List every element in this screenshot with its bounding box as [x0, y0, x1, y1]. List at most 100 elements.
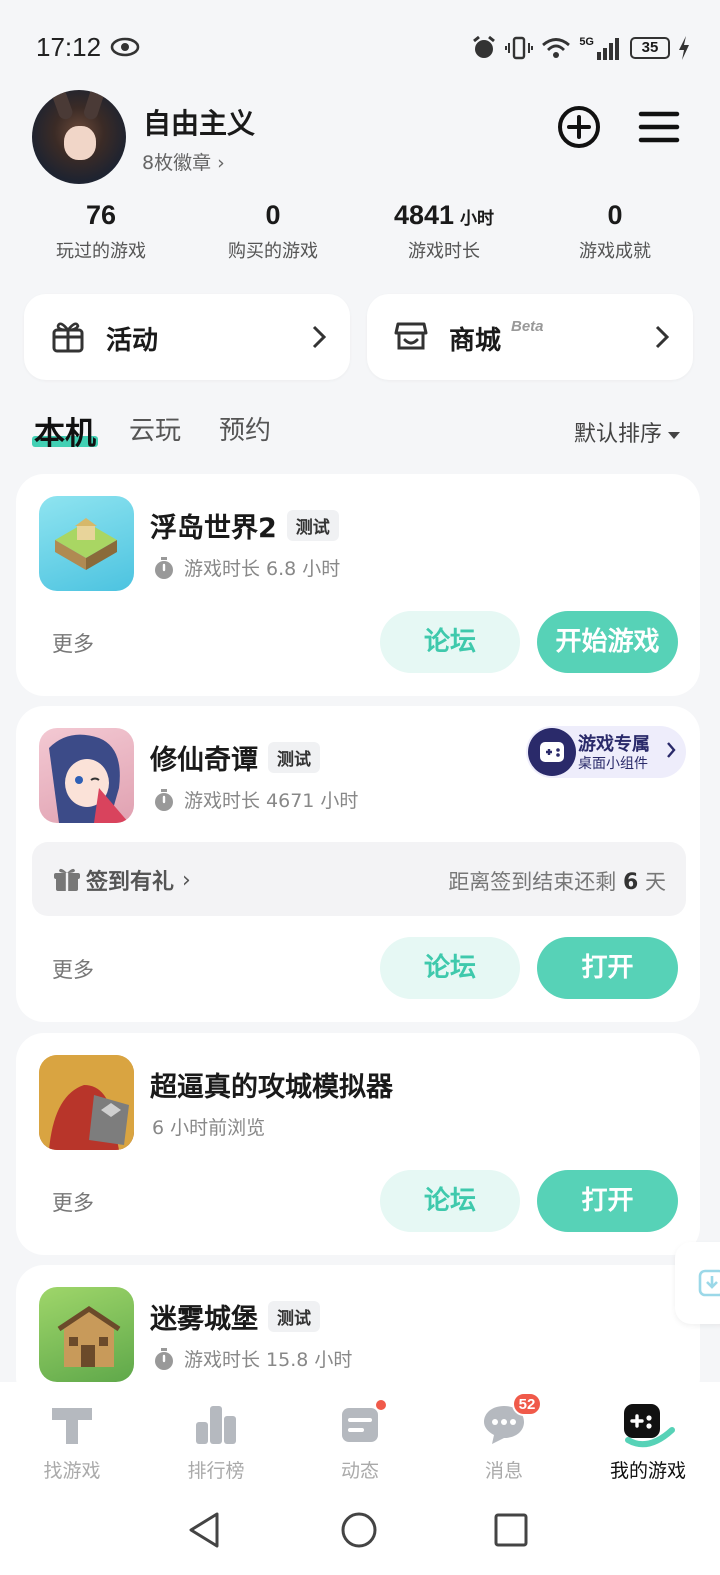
username[interactable]: 自由主义 [143, 102, 255, 142]
start-game-button[interactable]: 开始游戏 [537, 611, 678, 673]
network-label: 5G [579, 36, 594, 48]
countdown-days: 6 [623, 870, 639, 895]
ranking-icon [196, 1406, 236, 1444]
add-circle-icon[interactable] [556, 104, 602, 150]
game-title: 迷雾城堡 测试 [150, 1297, 320, 1336]
game-playtime: 游戏时长 15.8 小时 [152, 1345, 352, 1372]
stat-playtime[interactable]: 4841 小时 游戏时长 [358, 200, 530, 263]
system-nav-bar [0, 1492, 720, 1575]
caret-down-icon [668, 431, 680, 439]
game-title: 超逼真的攻城模拟器 [150, 1065, 393, 1104]
tab-cloud[interactable]: 云玩 [129, 410, 181, 447]
wifi-icon [542, 38, 571, 58]
forum-button[interactable]: 论坛 [380, 937, 520, 999]
playtime-text: 游戏时长 4671 小时 [184, 790, 359, 812]
forum-button[interactable]: 论坛 [380, 1170, 520, 1232]
last-viewed-text: 6 小时前浏览 [152, 1117, 266, 1139]
game-card[interactable]: 浮岛世界2 测试 游戏时长 6.8 小时 更多 论坛 开始游戏 [16, 474, 700, 696]
nav-ranking[interactable]: 排行榜 [144, 1400, 288, 1483]
open-button[interactable]: 打开 [537, 1170, 678, 1232]
beta-badge: Beta [511, 318, 544, 335]
chevron-right-icon [312, 325, 327, 349]
avatar[interactable] [32, 90, 126, 184]
desktop-widget-button[interactable]: 游戏专属 桌面小组件 [526, 726, 686, 778]
signin-link: 签到有礼 › [54, 864, 191, 896]
game-name: 迷雾城堡 [150, 1304, 258, 1335]
countdown-suffix: 天 [645, 870, 666, 894]
alarm-icon [473, 35, 496, 58]
game-playtime: 游戏时长 4671 小时 [152, 786, 358, 813]
badges-link[interactable]: 8枚徽章 › [142, 148, 225, 175]
signal-icon [597, 38, 619, 60]
back-icon[interactable] [185, 1510, 225, 1550]
notification-dot [374, 1398, 388, 1412]
vibrate-icon [505, 36, 534, 60]
more-button[interactable]: 更多 [52, 628, 94, 658]
stat-achievements[interactable]: 0 游戏成就 [529, 200, 701, 263]
sort-dropdown[interactable]: 默认排序 [574, 416, 680, 448]
stat-purchased[interactable]: 0 购买的游戏 [187, 200, 359, 263]
game-name: 浮岛世界2 [150, 513, 277, 544]
tab-reserve[interactable]: 预约 [219, 410, 271, 447]
store-label: 商城 [449, 326, 502, 356]
game-name: 修仙奇谭 [150, 745, 258, 776]
nav-label: 找游戏 [43, 1460, 101, 1482]
nav-find-games[interactable]: 找游戏 [0, 1400, 144, 1483]
nav-my-games[interactable]: 我的游戏 [576, 1400, 720, 1483]
find-games-icon [52, 1408, 92, 1444]
gift-icon [52, 322, 84, 353]
gift-icon [54, 868, 80, 891]
stopwatch-icon [155, 1347, 173, 1370]
activity-card[interactable]: 活动 [24, 294, 350, 380]
eye-icon [110, 37, 140, 57]
game-name: 超逼真的攻城模拟器 [150, 1072, 393, 1103]
game-title: 浮岛世界2 测试 [150, 506, 339, 545]
status-icons: 5G 35 [471, 34, 690, 62]
bottom-nav: 找游戏 排行榜 动态 52 消息 我的游戏 [0, 1382, 720, 1492]
game-card[interactable]: 修仙奇谭 测试 游戏时长 4671 小时 游戏专属 桌面小组件 签到有礼 › 距离… [16, 706, 700, 1022]
signin-countdown: 距离签到结束还剩 6 天 [448, 866, 666, 896]
battery-indicator: 35 [630, 37, 670, 59]
game-icon [39, 1287, 134, 1382]
open-button[interactable]: 打开 [537, 937, 678, 999]
home-icon[interactable] [339, 1510, 379, 1550]
game-last-viewed: 6 小时前浏览 [152, 1113, 265, 1140]
countdown-prefix: 距离签到结束还剩 [448, 870, 617, 894]
more-button[interactable]: 更多 [52, 1187, 94, 1217]
stat-label: 游戏时长 [408, 241, 480, 262]
forum-button[interactable]: 论坛 [380, 611, 520, 673]
status-time: 17:12 [36, 32, 102, 62]
nav-feed[interactable]: 动态 [288, 1398, 432, 1483]
stat-label: 玩过的游戏 [56, 241, 146, 262]
signin-label: 签到有礼 [86, 870, 175, 895]
gamepad-icon [528, 728, 576, 776]
stat-unit: 小时 [460, 209, 495, 229]
game-title: 修仙奇谭 测试 [150, 738, 320, 777]
badges-label: 8枚徽章 [142, 152, 212, 174]
nav-label: 消息 [484, 1460, 523, 1482]
more-button[interactable]: 更多 [52, 954, 94, 984]
nav-messages[interactable]: 52 消息 [432, 1392, 576, 1483]
stat-value: 76 [85, 200, 117, 230]
status-bar: 17:12 5G 35 [0, 0, 720, 96]
download-icon [698, 1269, 720, 1297]
store-card[interactable]: 商城 Beta [367, 294, 693, 380]
stat-played[interactable]: 76 玩过的游戏 [15, 200, 187, 263]
nav-label: 我的游戏 [609, 1460, 686, 1482]
tab-local[interactable]: 本机 [34, 408, 96, 453]
activity-label: 活动 [106, 326, 159, 356]
game-icon [39, 496, 134, 591]
menu-icon[interactable] [636, 104, 682, 150]
stat-label: 购买的游戏 [228, 241, 318, 262]
chevron-right-icon [667, 742, 676, 758]
store-icon [394, 322, 428, 350]
recents-icon[interactable] [491, 1510, 531, 1550]
profile-header: 自由主义 8枚徽章 › [0, 88, 720, 198]
game-card[interactable]: 超逼真的攻城模拟器 6 小时前浏览 更多 论坛 打开 [16, 1033, 700, 1255]
beta-tag: 测试 [286, 510, 339, 541]
playtime-text: 游戏时长 15.8 小时 [184, 1349, 353, 1371]
message-count-badge: 52 [512, 1392, 542, 1416]
floating-download-button[interactable] [675, 1242, 720, 1324]
stat-value: 0 [607, 200, 623, 230]
signin-banner[interactable]: 签到有礼 › 距离签到结束还剩 6 天 [32, 842, 686, 916]
